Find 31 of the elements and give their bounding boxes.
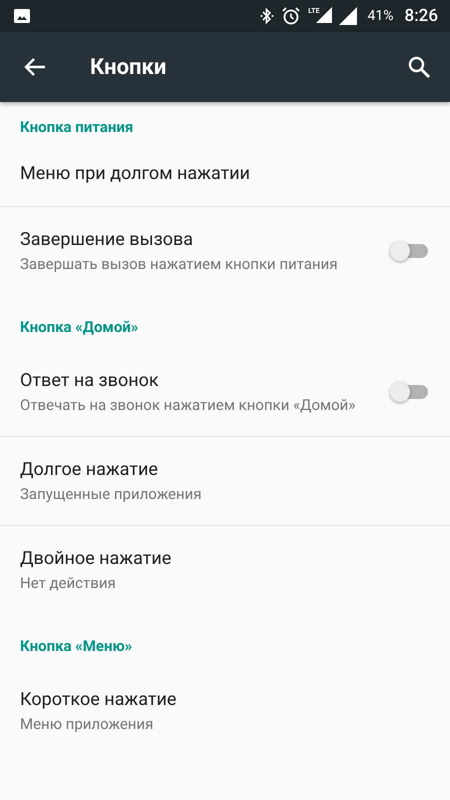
item-title: Завершение вызова [20, 228, 194, 252]
item-summary: Запущенные приложения [20, 484, 203, 505]
item-summary: Завершать вызов нажатием кнопки питания [20, 254, 339, 275]
settings-item[interactable]: Долгое нажатие Запущенные приложения [0, 437, 450, 525]
item-title: Долгое нажатие [20, 458, 159, 482]
settings-item[interactable]: Завершение вызова Завершать вызов нажатием кнопки питания [0, 207, 450, 295]
section-header: Кнопка питания [19, 117, 134, 138]
settings-item[interactable]: Двойное нажатие Нет действия [0, 526, 450, 614]
battery-percent: 41% [368, 8, 394, 24]
toggle-switch[interactable] [390, 239, 428, 263]
bluetooth-icon [260, 7, 274, 25]
picture-icon [14, 9, 30, 23]
item-summary: Меню приложения [20, 714, 154, 735]
alarm-clock-icon [281, 6, 302, 26]
section-header: Кнопка «Меню» [19, 636, 134, 657]
item-title: Двойное нажатие [20, 547, 172, 571]
toggle-switch[interactable] [390, 380, 428, 404]
item-title: Короткое нажатие [20, 688, 178, 712]
back-arrow-icon[interactable] [24, 57, 46, 77]
item-summary: Отвечать на звонок нажатием кнопки «Домой» [20, 395, 356, 416]
screen-title: Кнопки [90, 54, 168, 80]
section-header: Кнопка «Домой» [19, 317, 140, 338]
item-summary: Нет действия [20, 573, 117, 594]
settings-item[interactable]: Меню при долгом нажатии [0, 148, 450, 206]
signal-icon [338, 7, 357, 25]
settings-item[interactable]: Ответ на звонок Отвечать на звонок нажатием кнопки «Домой» [0, 348, 450, 436]
clock: 8:26 [404, 6, 438, 26]
settings-item[interactable]: Короткое нажатие Меню приложения [0, 667, 450, 755]
search-icon[interactable] [408, 56, 430, 78]
item-title: Меню при долгом нажатии [20, 162, 252, 186]
item-title: Ответ на звонок [20, 369, 160, 393]
